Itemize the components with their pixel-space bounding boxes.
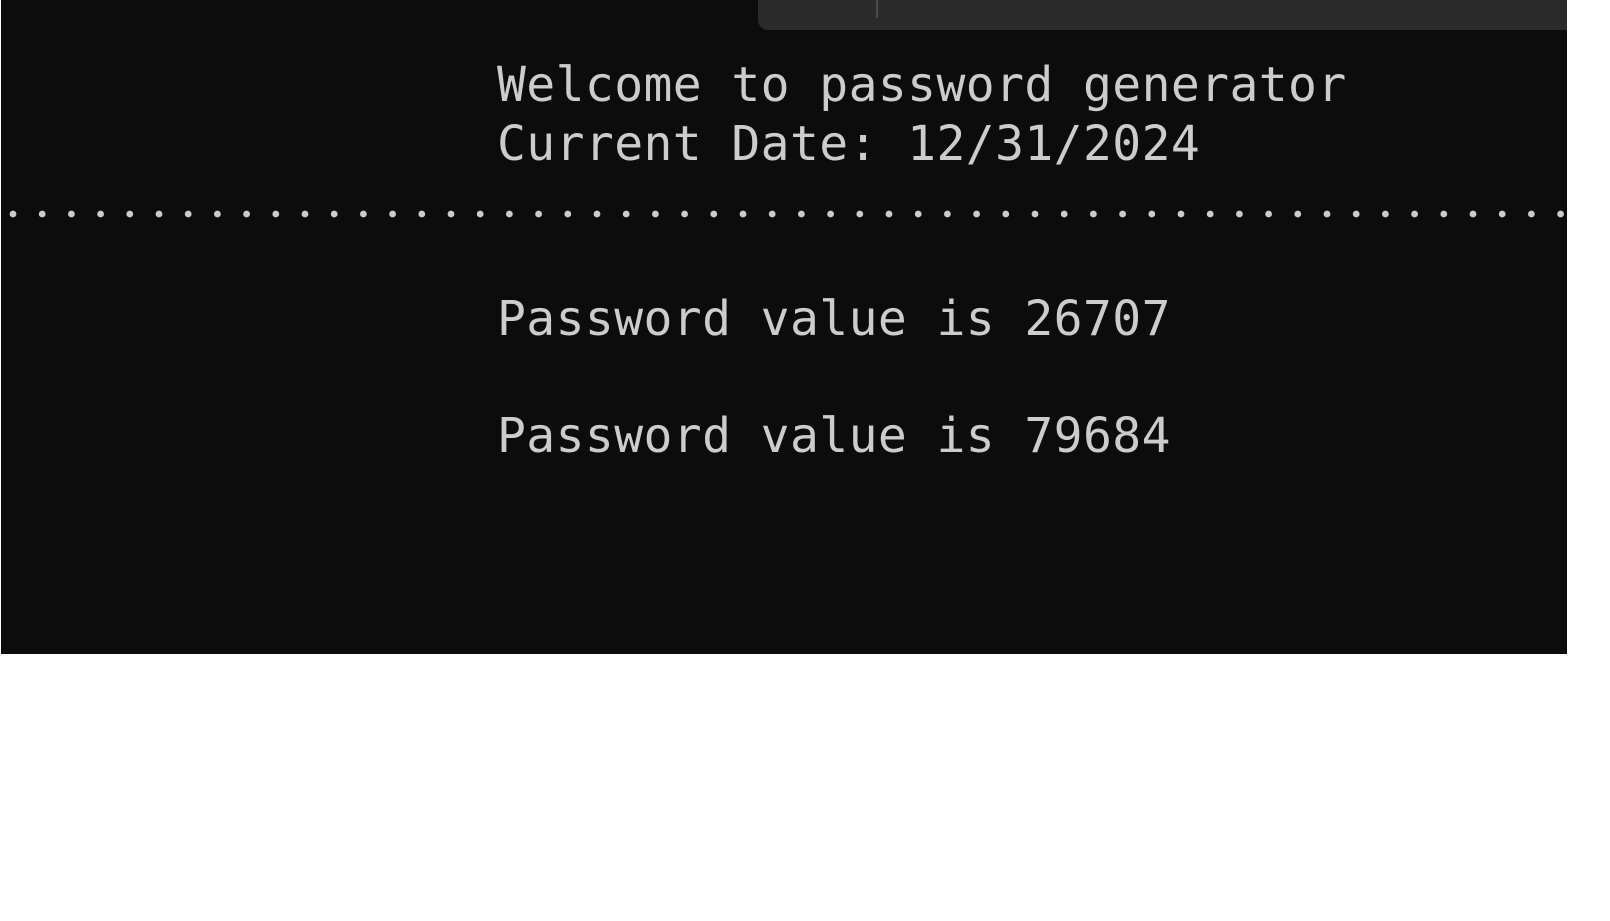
separator-dot: [447, 210, 455, 218]
password-output-2: Password value is 79684: [497, 408, 1171, 464]
separator-dot: [1411, 210, 1418, 218]
separator-dot: [68, 210, 75, 218]
separator-dot: [506, 210, 513, 218]
separator-dot: [944, 210, 951, 218]
separator-dot: [535, 210, 542, 218]
separator-dot: [1323, 210, 1331, 218]
separator-dot: [243, 210, 251, 218]
separator-dot: [272, 210, 280, 218]
separator-dot: [1557, 210, 1564, 218]
separator-dot: [856, 210, 864, 218]
separator-dot: [1498, 210, 1506, 218]
separator-dot: [622, 210, 630, 218]
separator-dot: [652, 210, 659, 218]
separator-dot: [1294, 210, 1302, 218]
separator-dot: [330, 210, 338, 218]
console-window[interactable]: Welcome to password generator Current Da…: [1, 0, 1567, 654]
separator-dot: [1440, 210, 1448, 218]
separator-dot: [38, 210, 46, 218]
separator-dot: [798, 210, 805, 218]
separator-dot: [1352, 210, 1360, 218]
separator-dot: [1528, 210, 1535, 218]
separator-dot: [184, 210, 192, 218]
separator-dot: [214, 210, 221, 218]
separator-dot: [9, 210, 17, 218]
separator-dot: [827, 210, 834, 218]
separator-dot: [710, 210, 718, 218]
separator-dot: [126, 210, 134, 218]
separator-dot: [418, 210, 426, 218]
separator-dot: [739, 210, 747, 218]
separator-dot: [564, 210, 572, 218]
separator-dot: [389, 210, 396, 218]
tab-divider: [876, 0, 878, 18]
separator-dot: [1265, 210, 1272, 218]
password-output-1: Password value is 26707: [497, 291, 1171, 347]
separator-dot: [1148, 210, 1156, 218]
separator-dot: [1206, 210, 1214, 218]
current-date-line: Current Date: 12/31/2024: [497, 116, 1201, 172]
separator-dot: [1119, 210, 1126, 218]
active-tab[interactable]: [1, 0, 741, 4]
separator-dot: [914, 210, 922, 218]
separator-dot: [1060, 210, 1068, 218]
title-bar: [1, 0, 1567, 30]
separator-dot: [885, 210, 893, 218]
separator-dot: [973, 210, 980, 218]
separator-dot: [1090, 210, 1097, 218]
separator-dot: [1002, 210, 1010, 218]
tab-bar-background: [758, 0, 1567, 30]
separator-dot: [593, 210, 601, 218]
separator-dot: [1469, 210, 1477, 218]
separator-dot: [476, 210, 484, 218]
separator-dot: [1031, 210, 1039, 218]
separator-dot: [155, 210, 163, 218]
separator-dot: [360, 210, 367, 218]
separator-dot: [768, 210, 776, 218]
separator-dot: [301, 210, 309, 218]
separator-dot: [681, 210, 688, 218]
dotted-separator-dots: [9, 210, 1564, 218]
dotted-separator: [1, 205, 1567, 221]
separator-dot: [1382, 210, 1389, 218]
welcome-message: Welcome to password generator: [497, 57, 1347, 113]
separator-dot: [1177, 210, 1185, 218]
separator-dot: [1236, 210, 1243, 218]
separator-dot: [97, 210, 104, 218]
